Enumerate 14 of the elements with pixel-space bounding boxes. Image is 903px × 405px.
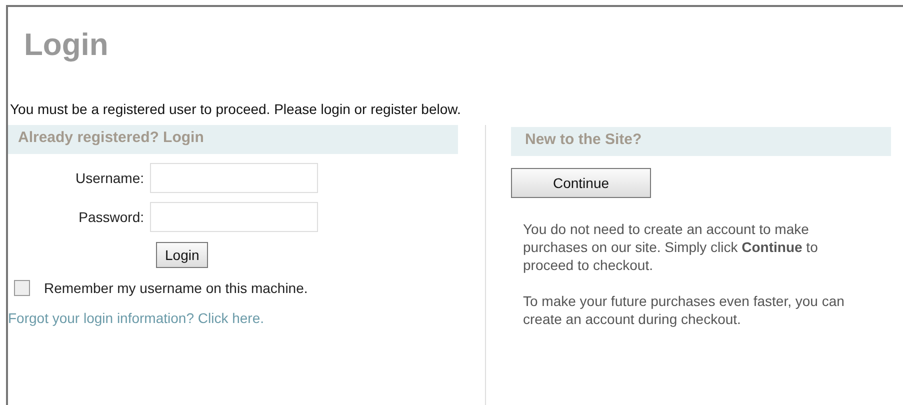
field-label: Password: [78,209,145,225]
checkbox[interactable] [14,280,30,296]
intro-text: You must be a registered user to proceed. Please login or register below. [10,101,461,117]
info-paragraph: To make your future purchases even faster, you can create an account during checkout. [523,292,845,328]
login-button[interactable]: Login [156,242,208,268]
section-heading: New to the Site? [511,127,891,156]
field-label: Username: [74,170,145,186]
page-title: Login [24,27,108,63]
input-field[interactable] [150,202,318,232]
continue-button[interactable]: Continue [511,168,651,198]
checkbox-label: Remember my username on this machine. [44,280,308,296]
input-field[interactable] [150,163,318,193]
info-paragraph: You do not need to create an account to make purchases on our site. Simply click Continue to proceed to checkout. [523,220,819,274]
section-heading: Already registered? Login [8,125,458,154]
